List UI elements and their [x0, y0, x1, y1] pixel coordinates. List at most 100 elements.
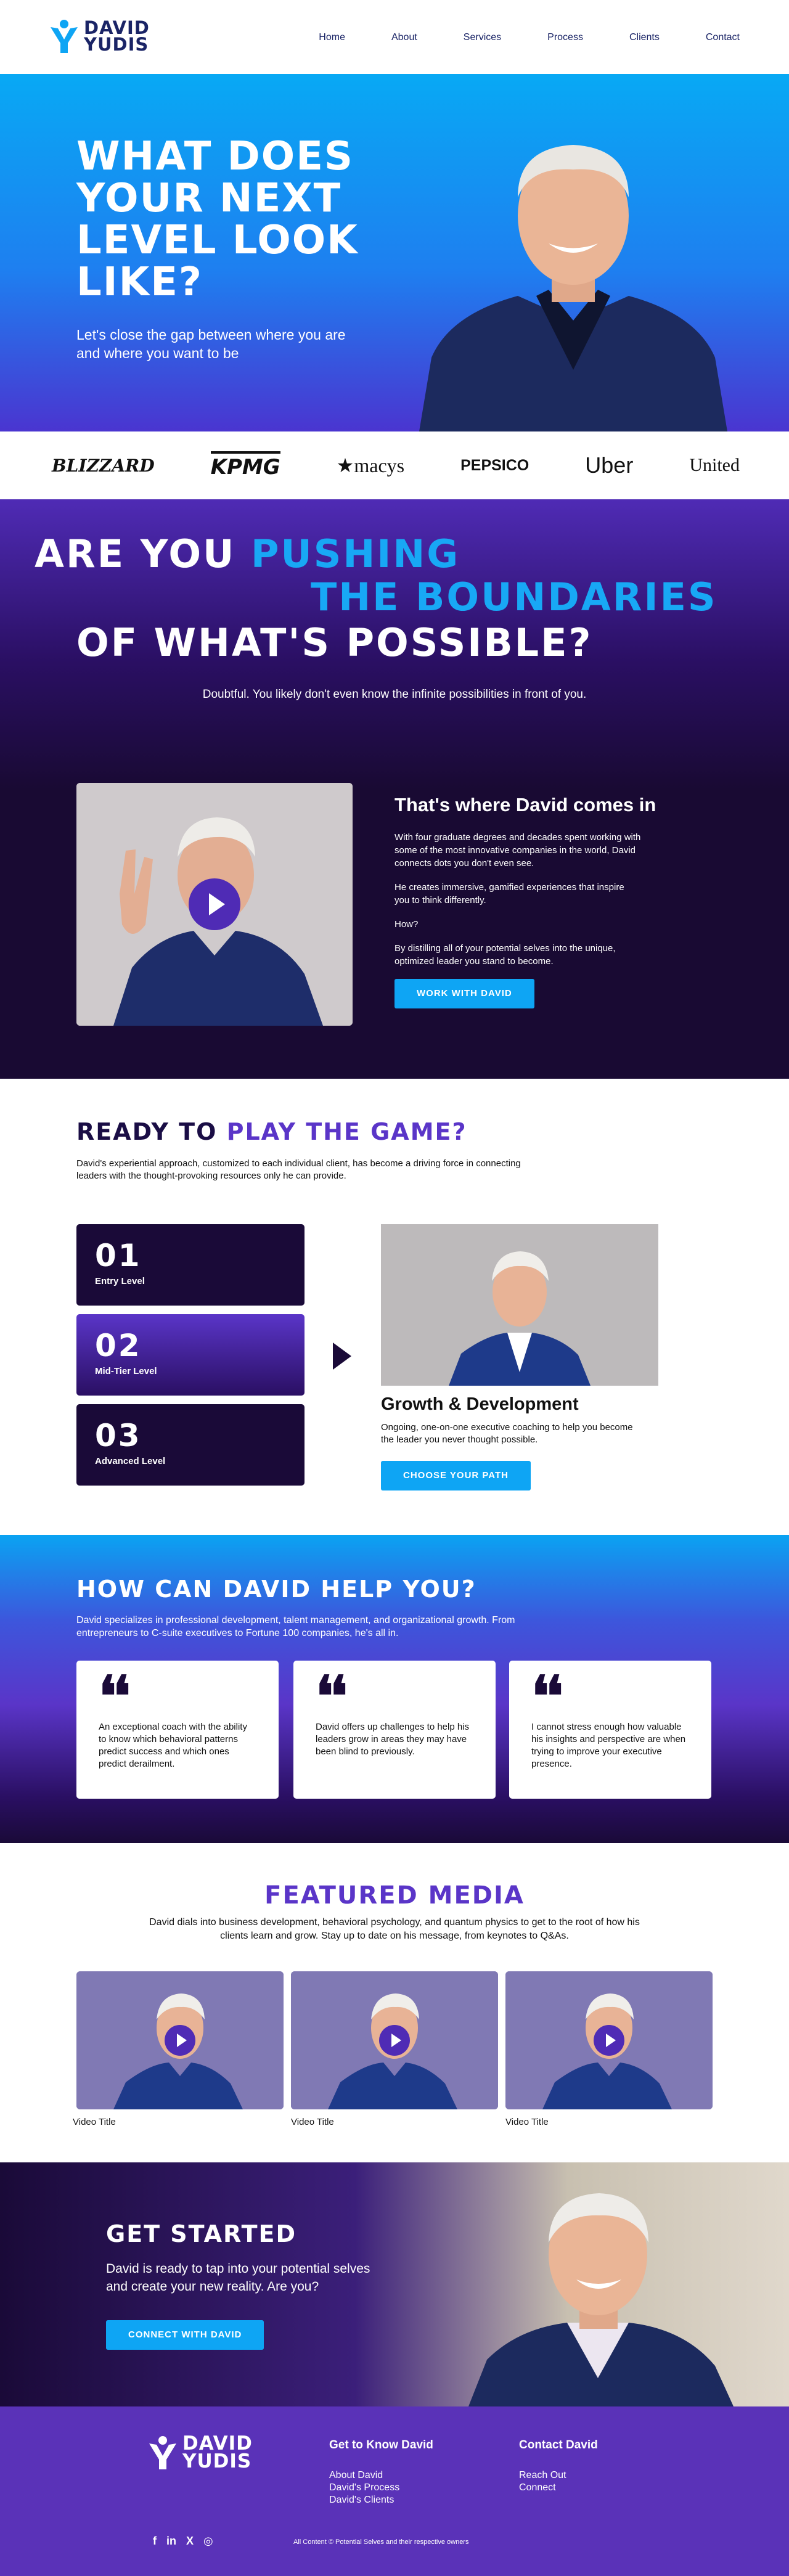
play-button-icon[interactable]: [189, 878, 240, 930]
x-twitter-icon[interactable]: X: [186, 2535, 194, 2548]
david-intro-paragraph-3: How?: [394, 919, 419, 930]
nav-services[interactable]: Services: [464, 32, 501, 43]
testimonial-card: ❛❛ An exceptional coach with the ability…: [76, 1661, 279, 1799]
play-button-icon[interactable]: [379, 2025, 410, 2056]
social-links: f in X ◎: [153, 2535, 213, 2548]
footer-link-process[interactable]: David's Process: [329, 2482, 433, 2494]
logo-macys: ★macys: [336, 454, 405, 476]
logo-figure-icon: [149, 2436, 176, 2469]
david-intro-paragraph-1: With four graduate degrees and decades s…: [394, 832, 641, 869]
get-started-section: Get started David is ready to tap into y…: [0, 2162, 789, 2406]
hero-portrait-image: [419, 145, 727, 431]
video-title[interactable]: Video Title: [291, 2117, 334, 2127]
david-intro-paragraph-4: By distilling all of your potential selv…: [394, 943, 616, 967]
main-nav: Home About Services Process Clients Cont…: [272, 32, 740, 43]
video-title[interactable]: Video Title: [73, 2117, 116, 2127]
game-title: Ready to play the game?: [76, 1118, 467, 1145]
david-intro-heading: That's where David comes in: [394, 794, 656, 816]
how-can-david-help-section: How can David help you? David specialize…: [0, 1535, 789, 1843]
level-label: Mid-Tier Level: [95, 1366, 157, 1376]
choose-your-path-button[interactable]: Choose your path: [381, 1461, 531, 1490]
level-number: 03: [95, 1418, 142, 1454]
level-card-entry[interactable]: 01 Entry Level: [76, 1224, 305, 1306]
nav-about[interactable]: About: [391, 32, 417, 43]
level-number: 01: [95, 1238, 142, 1274]
logo-kpmg: KPMG: [210, 451, 280, 480]
pushing-heading-part-a: Are you: [35, 531, 251, 576]
growth-description: Ongoing, one-on-one executive coaching t…: [381, 1422, 633, 1445]
help-title: How can David help you?: [76, 1576, 476, 1603]
nav-contact[interactable]: Contact: [706, 32, 740, 43]
footer-link-about[interactable]: About David: [329, 2469, 433, 2482]
logo-wordmark: DAVID YUDIS: [84, 19, 150, 55]
hero-subtitle: Let's close the gap between where you ar…: [76, 327, 346, 361]
pushing-heading-highlight: pushing: [250, 531, 460, 576]
logo-uber: Uber: [585, 452, 634, 478]
linkedin-icon[interactable]: in: [166, 2535, 176, 2548]
david-intro-block: That's where David comes in With four gr…: [394, 794, 703, 1008]
logo-line-2: YUDIS: [84, 34, 149, 55]
footer-column-title: Get to Know David: [329, 2439, 433, 2451]
play-the-game-section: Ready to play the game? David's experien…: [0, 1079, 789, 1535]
footer-logo-wordmark: DAVID YUDIS: [182, 2434, 253, 2472]
pushing-boundaries-section: Are you pushing the boundaries of what's…: [0, 499, 789, 1079]
arrow-right-icon: [333, 1343, 351, 1370]
footer-link-reach-out[interactable]: Reach Out: [519, 2469, 598, 2482]
nav-process[interactable]: Process: [547, 32, 583, 43]
hero-title: What does your next level look like?: [76, 134, 359, 305]
quote-icon: ❛❛: [99, 1664, 131, 1729]
logo-blizzard: BLIZZARD: [52, 455, 155, 476]
logo[interactable]: DAVID YUDIS: [49, 18, 150, 54]
play-button-icon[interactable]: [594, 2025, 624, 2056]
footer-logo[interactable]: DAVID YUDIS: [148, 2434, 253, 2472]
video-card[interactable]: [76, 1971, 284, 2109]
footer-link-clients[interactable]: David's Clients: [329, 2494, 433, 2506]
get-started-portrait-image: [468, 2193, 734, 2406]
level-label: Entry Level: [95, 1276, 145, 1286]
nav-home[interactable]: Home: [319, 32, 345, 43]
testimonial-text: I cannot stress enough how valuable his …: [531, 1722, 686, 1769]
level-number: 02: [95, 1328, 142, 1364]
work-with-david-button[interactable]: Work with David: [394, 979, 534, 1008]
video-card[interactable]: [291, 1971, 498, 2109]
intro-video[interactable]: [76, 783, 353, 1026]
growth-portrait-image: [381, 1224, 658, 1386]
media-subtitle: David dials into business development, b…: [149, 1917, 640, 1941]
site-header: DAVID YUDIS Home About Services Process …: [0, 0, 789, 74]
level-card-mid-tier[interactable]: 02 Mid-Tier Level: [76, 1314, 305, 1396]
david-intro-paragraph-2: He creates immersive, gamified experienc…: [394, 882, 624, 906]
facebook-icon[interactable]: f: [153, 2535, 157, 2548]
pushing-heading-line-2: the boundaries: [311, 574, 717, 619]
footer-column-title: Contact David: [519, 2439, 598, 2451]
growth-title: Growth & Development: [381, 1394, 579, 1414]
game-title-part-a: Ready to: [76, 1118, 227, 1145]
game-subtitle: David's experiential approach, customize…: [76, 1158, 521, 1181]
video-title[interactable]: Video Title: [505, 2117, 549, 2127]
connect-with-david-button[interactable]: Connect with David: [106, 2320, 264, 2350]
testimonial-card: ❛❛ David offers up challenges to help hi…: [293, 1661, 496, 1799]
testimonial-card: ❛❛ I cannot stress enough how valuable h…: [509, 1661, 711, 1799]
pushing-heading-line-1: Are you pushing: [35, 531, 460, 576]
media-title: Featured Media: [264, 1881, 525, 1910]
level-card-advanced[interactable]: 03 Advanced Level: [76, 1404, 305, 1486]
get-started-subtitle: David is ready to tap into your potentia…: [106, 2262, 370, 2294]
quote-icon: ❛❛: [316, 1664, 348, 1729]
logo-line-2: YUDIS: [182, 2450, 252, 2472]
quote-icon: ❛❛: [531, 1664, 563, 1729]
video-card[interactable]: [505, 1971, 713, 2109]
testimonial-text: David offers up challenges to help his l…: [316, 1722, 470, 1757]
featured-media-section: Featured Media David dials into business…: [0, 1843, 789, 2162]
logo-figure-icon: [51, 20, 78, 53]
play-button-icon[interactable]: [165, 2025, 195, 2056]
footer-link-connect[interactable]: Connect: [519, 2482, 598, 2494]
help-subtitle: David specializes in professional develo…: [76, 1615, 515, 1638]
footer-column-know-david: Get to Know David About David David's Pr…: [329, 2439, 433, 2506]
nav-clients[interactable]: Clients: [629, 32, 660, 43]
copyright-text: All Content © Potential Selves and their…: [293, 2538, 469, 2546]
logo-united: United: [689, 455, 740, 475]
client-logos-strip: BLIZZARD KPMG ★macys PEPSICO Uber United: [0, 431, 789, 499]
get-started-title: Get started: [106, 2220, 297, 2247]
instagram-icon[interactable]: ◎: [203, 2535, 213, 2548]
footer-column-contact: Contact David Reach Out Connect: [519, 2439, 598, 2494]
logo-pepsico: PEPSICO: [460, 456, 529, 474]
